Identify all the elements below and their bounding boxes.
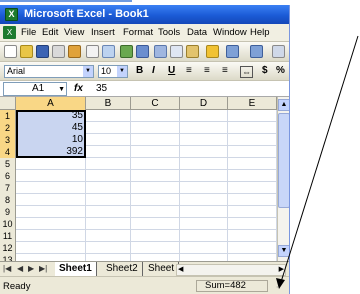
annotation-arrow [276, 35, 359, 289]
arrow-shaft [280, 35, 359, 283]
arrow-head [276, 278, 285, 289]
screenshot: X Microsoft Excel - Book1 X File Edit Vi… [0, 0, 360, 294]
